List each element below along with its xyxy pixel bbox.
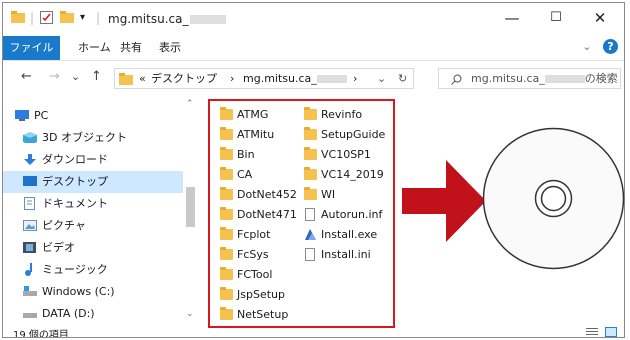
- sidebar-item-pictures[interactable]: ピクチャ: [3, 215, 183, 237]
- drive-icon: [23, 286, 37, 296]
- recent-locations-button[interactable]: ⌄: [71, 70, 80, 83]
- pictures-icon: [23, 220, 37, 231]
- details-view-icon[interactable]: [586, 327, 598, 337]
- scrollbar-thumb[interactable]: [186, 187, 195, 227]
- properties-icon[interactable]: [40, 11, 53, 27]
- tab-file[interactable]: ファイル: [3, 36, 60, 60]
- address-bar[interactable]: « デスクトップ › mg.mitsu.ca_ › ⌄ ↻: [114, 68, 414, 89]
- ribbon-expand-icon[interactable]: ⌄: [582, 40, 591, 53]
- sidebar-item-windows-c[interactable]: Windows (C:): [3, 281, 183, 303]
- folder-icon: [220, 227, 233, 240]
- scroll-up-icon[interactable]: ⌃: [186, 99, 194, 109]
- sidebar-item-pc[interactable]: PC: [3, 105, 183, 127]
- download-icon: [24, 154, 36, 165]
- folder-icon: [220, 107, 233, 120]
- toolbar-separator: |: [30, 11, 35, 25]
- sidebar-item-data-d[interactable]: DATA (D:): [3, 303, 183, 325]
- forward-button[interactable]: →: [49, 69, 60, 84]
- item-count: 19 個の項目: [13, 330, 69, 338]
- maximize-button[interactable]: ☐: [534, 5, 578, 31]
- address-overflow[interactable]: «: [139, 69, 146, 88]
- title-bar: | ▾ | mg.mitsu.ca_ — ☐ ✕: [3, 3, 624, 35]
- sidebar-item-documents[interactable]: ドキュメント: [3, 193, 183, 215]
- music-icon: [25, 263, 32, 276]
- window-title: mg.mitsu.ca_: [108, 12, 227, 26]
- 3d-objects-icon: [23, 132, 37, 143]
- navigation-pane: PC 3D オブジェクト ダウンロード デスクトップ ドキュメント ピクチャ ビ…: [3, 99, 183, 329]
- search-placeholder: mg.mitsu.ca_ の検索: [471, 72, 618, 85]
- drive-icon: [23, 313, 37, 318]
- navigation-bar: ← → ⌄ ↑ « デスクトップ › mg.mitsu.ca_ › ⌄ ↻ mg…: [3, 61, 624, 94]
- up-button[interactable]: ↑: [91, 69, 102, 84]
- back-button[interactable]: ←: [21, 69, 32, 84]
- breadcrumb-separator-2[interactable]: ›: [353, 69, 357, 88]
- help-icon[interactable]: ?: [603, 39, 618, 54]
- file-list-highlighted: ATMG ATMitu Bin CA DotNet452 DotNet471 F…: [208, 99, 395, 328]
- arrow-right-icon: [402, 160, 486, 242]
- folder-icon: [304, 167, 317, 180]
- new-folder-icon[interactable]: [60, 11, 74, 26]
- search-icon: [451, 69, 462, 88]
- breadcrumb-folder[interactable]: mg.mitsu.ca_: [243, 69, 347, 88]
- folder-quick-icon: [11, 11, 25, 26]
- refresh-icon[interactable]: ↻: [398, 69, 407, 88]
- breadcrumb-desktop[interactable]: デスクトップ: [151, 69, 217, 88]
- pc-icon: [15, 110, 29, 121]
- ribbon-tabs: ファイル ホーム 共有 表示 ⌄ ?: [3, 36, 624, 61]
- folder-icon: [220, 267, 233, 280]
- address-dropdown-icon[interactable]: ⌄: [377, 69, 386, 88]
- sidebar-item-3d-objects[interactable]: 3D オブジェクト: [3, 127, 183, 149]
- address-folder-icon: [119, 72, 133, 91]
- folder-icon: [220, 247, 233, 260]
- folder-icon: [220, 207, 233, 220]
- sidebar-item-videos[interactable]: ビデオ: [3, 237, 183, 259]
- tab-home[interactable]: ホーム: [78, 36, 111, 60]
- settings-file-icon: [305, 208, 315, 221]
- close-button[interactable]: ✕: [578, 5, 622, 31]
- title-separator: |: [96, 11, 101, 25]
- folder-icon: [304, 147, 317, 160]
- scroll-down-icon[interactable]: ⌄: [186, 309, 194, 319]
- breadcrumb-separator[interactable]: ›: [230, 69, 234, 88]
- folder-icon: [220, 287, 233, 300]
- installer-icon: [304, 228, 317, 241]
- search-redaction: [544, 75, 585, 83]
- large-icons-view-icon[interactable]: [605, 327, 617, 337]
- title-redaction: [190, 15, 227, 24]
- status-bar: 19 個の項目: [3, 327, 624, 337]
- folder-icon: [220, 167, 233, 180]
- settings-file-icon: [305, 248, 315, 261]
- folder-icon: [304, 187, 317, 200]
- sidebar-item-downloads[interactable]: ダウンロード: [3, 149, 183, 171]
- navigation-scrollbar[interactable]: ⌃ ⌄: [184, 99, 197, 324]
- ribbon-controls: ⌄ ?: [582, 39, 618, 54]
- minimize-button[interactable]: —: [490, 5, 534, 31]
- search-input[interactable]: mg.mitsu.ca_ の検索: [438, 68, 621, 89]
- tab-share[interactable]: 共有: [120, 36, 142, 60]
- address-redaction: [316, 75, 347, 83]
- video-icon: [23, 242, 36, 253]
- cd-disc-icon: [482, 127, 625, 270]
- tab-view[interactable]: 表示: [159, 36, 181, 60]
- folder-icon: [220, 127, 233, 140]
- quick-access-dropdown-icon[interactable]: ▾: [80, 12, 85, 23]
- sidebar-item-music[interactable]: ミュージック: [3, 259, 183, 281]
- folder-icon: [304, 127, 317, 140]
- folder-icon: [220, 307, 233, 320]
- documents-icon: [24, 197, 35, 210]
- folder-icon: [220, 187, 233, 200]
- desktop-icon: [23, 176, 37, 186]
- sidebar-item-desktop[interactable]: デスクトップ: [3, 171, 183, 193]
- folder-icon: [304, 107, 317, 120]
- folder-icon: [220, 147, 233, 160]
